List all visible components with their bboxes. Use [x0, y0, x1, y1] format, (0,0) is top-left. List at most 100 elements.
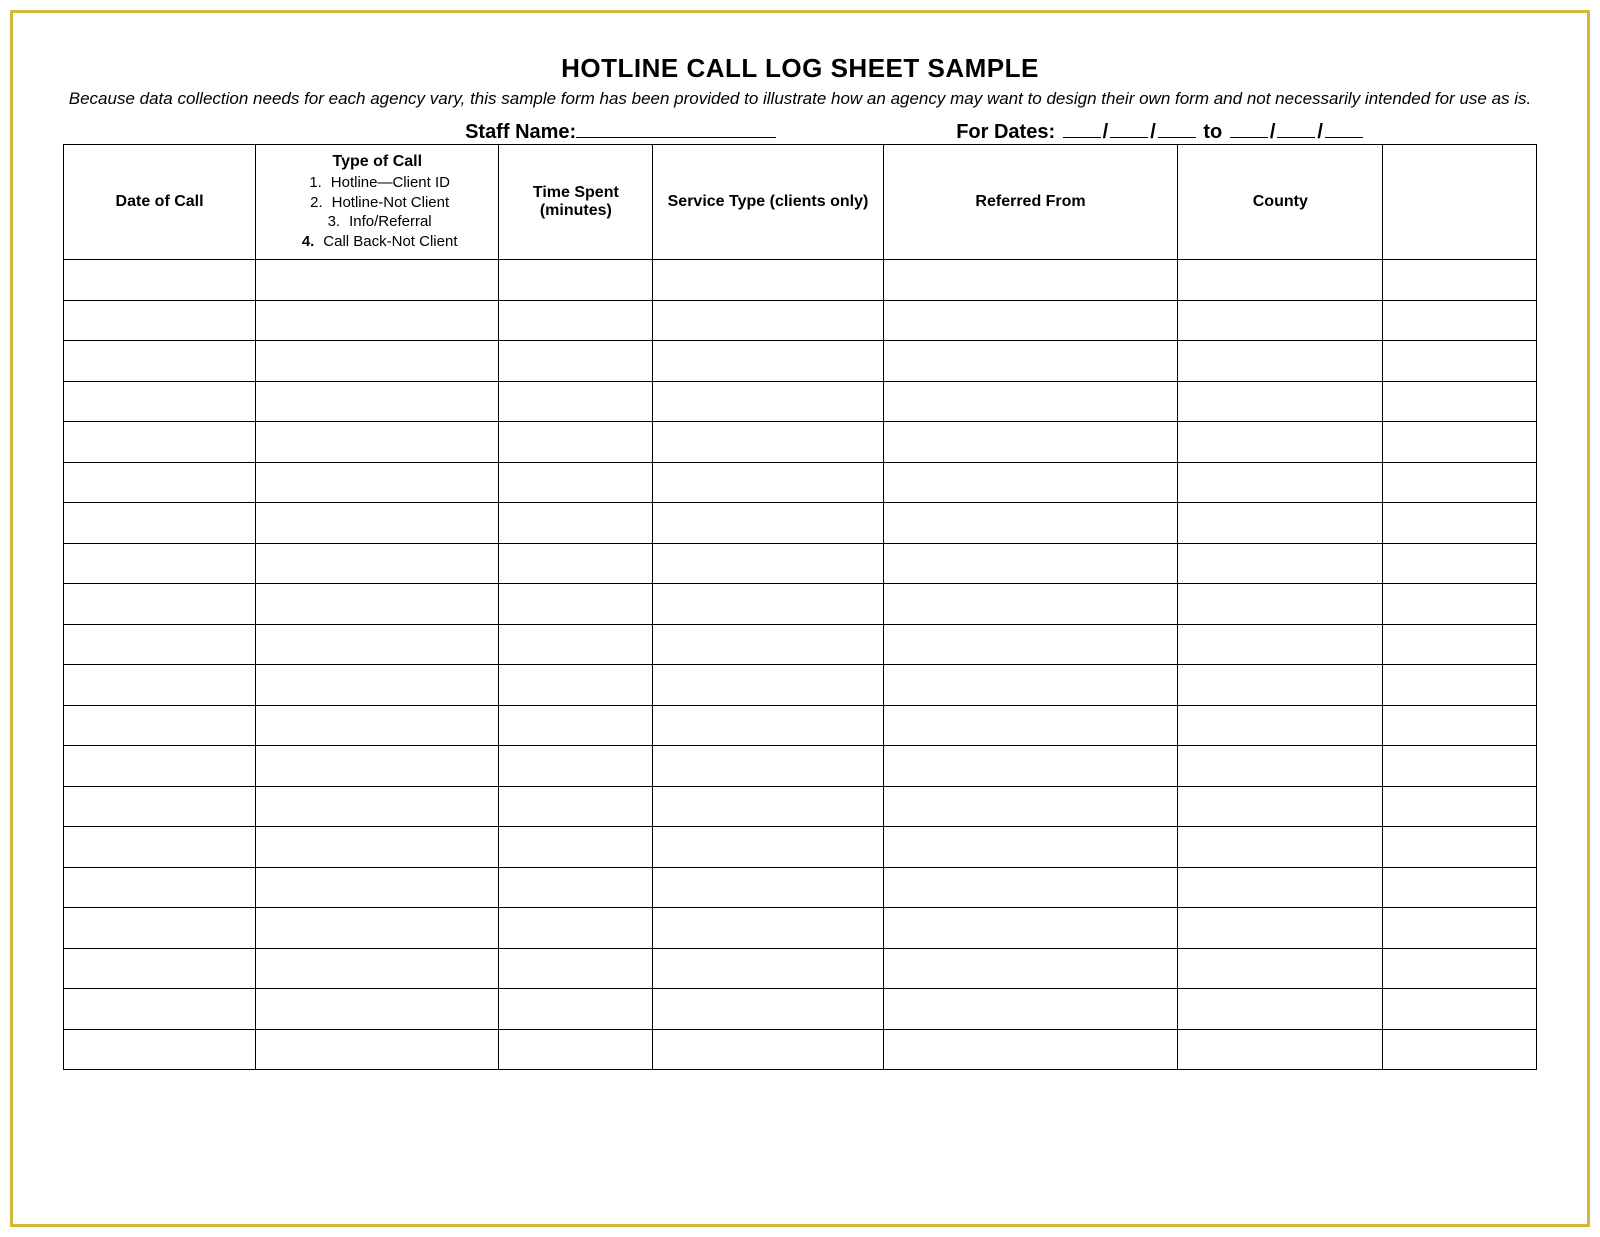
table-cell[interactable]	[499, 665, 653, 706]
table-cell[interactable]	[653, 381, 884, 422]
table-cell[interactable]	[499, 948, 653, 989]
table-cell[interactable]	[64, 665, 256, 706]
table-cell[interactable]	[1383, 260, 1537, 301]
table-cell[interactable]	[499, 1029, 653, 1070]
date-to-part2[interactable]	[1277, 116, 1315, 138]
table-cell[interactable]	[883, 422, 1178, 463]
table-cell[interactable]	[256, 665, 499, 706]
table-cell[interactable]	[653, 300, 884, 341]
table-cell[interactable]	[653, 462, 884, 503]
table-cell[interactable]	[256, 786, 499, 827]
table-cell[interactable]	[883, 300, 1178, 341]
table-cell[interactable]	[883, 543, 1178, 584]
table-cell[interactable]	[653, 543, 884, 584]
date-to-part3[interactable]	[1325, 116, 1363, 138]
table-cell[interactable]	[499, 908, 653, 949]
table-cell[interactable]	[1383, 665, 1537, 706]
table-cell[interactable]	[883, 503, 1178, 544]
table-cell[interactable]	[653, 989, 884, 1030]
table-cell[interactable]	[653, 705, 884, 746]
table-cell[interactable]	[883, 381, 1178, 422]
table-cell[interactable]	[499, 260, 653, 301]
table-cell[interactable]	[499, 989, 653, 1030]
table-cell[interactable]	[256, 584, 499, 625]
table-cell[interactable]	[499, 786, 653, 827]
table-cell[interactable]	[499, 705, 653, 746]
date-from-part2[interactable]	[1110, 116, 1148, 138]
table-cell[interactable]	[1178, 381, 1383, 422]
table-cell[interactable]	[653, 786, 884, 827]
table-cell[interactable]	[499, 746, 653, 787]
table-cell[interactable]	[1383, 908, 1537, 949]
table-cell[interactable]	[1178, 908, 1383, 949]
table-cell[interactable]	[1383, 300, 1537, 341]
table-cell[interactable]	[883, 705, 1178, 746]
table-cell[interactable]	[1383, 827, 1537, 868]
table-cell[interactable]	[1178, 584, 1383, 625]
table-cell[interactable]	[1383, 786, 1537, 827]
table-cell[interactable]	[883, 1029, 1178, 1070]
table-cell[interactable]	[256, 989, 499, 1030]
table-cell[interactable]	[1178, 260, 1383, 301]
table-cell[interactable]	[1178, 948, 1383, 989]
table-cell[interactable]	[1178, 746, 1383, 787]
table-cell[interactable]	[883, 989, 1178, 1030]
table-cell[interactable]	[256, 746, 499, 787]
table-cell[interactable]	[1383, 624, 1537, 665]
table-cell[interactable]	[256, 543, 499, 584]
table-cell[interactable]	[1178, 786, 1383, 827]
table-cell[interactable]	[883, 665, 1178, 706]
table-cell[interactable]	[1178, 989, 1383, 1030]
table-cell[interactable]	[256, 381, 499, 422]
date-to-part1[interactable]	[1230, 116, 1268, 138]
table-cell[interactable]	[1178, 543, 1383, 584]
table-cell[interactable]	[1383, 462, 1537, 503]
table-cell[interactable]	[1383, 705, 1537, 746]
table-cell[interactable]	[64, 462, 256, 503]
table-cell[interactable]	[1383, 341, 1537, 382]
table-cell[interactable]	[1178, 705, 1383, 746]
table-cell[interactable]	[883, 260, 1178, 301]
table-cell[interactable]	[883, 746, 1178, 787]
table-cell[interactable]	[1383, 422, 1537, 463]
table-cell[interactable]	[256, 1029, 499, 1070]
table-cell[interactable]	[653, 665, 884, 706]
table-cell[interactable]	[499, 503, 653, 544]
table-cell[interactable]	[653, 341, 884, 382]
table-cell[interactable]	[256, 462, 499, 503]
table-cell[interactable]	[64, 300, 256, 341]
table-cell[interactable]	[64, 827, 256, 868]
table-cell[interactable]	[256, 300, 499, 341]
table-cell[interactable]	[1178, 867, 1383, 908]
table-cell[interactable]	[499, 300, 653, 341]
table-cell[interactable]	[64, 908, 256, 949]
table-cell[interactable]	[1383, 503, 1537, 544]
table-cell[interactable]	[883, 827, 1178, 868]
table-cell[interactable]	[256, 260, 499, 301]
table-cell[interactable]	[883, 908, 1178, 949]
table-cell[interactable]	[64, 260, 256, 301]
table-cell[interactable]	[499, 381, 653, 422]
table-cell[interactable]	[64, 381, 256, 422]
table-cell[interactable]	[653, 867, 884, 908]
table-cell[interactable]	[1178, 1029, 1383, 1070]
table-cell[interactable]	[256, 341, 499, 382]
table-cell[interactable]	[64, 422, 256, 463]
table-cell[interactable]	[256, 422, 499, 463]
table-cell[interactable]	[883, 948, 1178, 989]
table-cell[interactable]	[64, 705, 256, 746]
table-cell[interactable]	[883, 462, 1178, 503]
date-from-part3[interactable]	[1158, 116, 1196, 138]
table-cell[interactable]	[1178, 503, 1383, 544]
table-cell[interactable]	[64, 624, 256, 665]
table-cell[interactable]	[653, 584, 884, 625]
table-cell[interactable]	[64, 503, 256, 544]
table-cell[interactable]	[1383, 989, 1537, 1030]
table-cell[interactable]	[64, 867, 256, 908]
table-cell[interactable]	[1178, 341, 1383, 382]
table-cell[interactable]	[1383, 381, 1537, 422]
date-from-part1[interactable]	[1063, 116, 1101, 138]
table-cell[interactable]	[1383, 1029, 1537, 1070]
table-cell[interactable]	[883, 786, 1178, 827]
table-cell[interactable]	[883, 867, 1178, 908]
